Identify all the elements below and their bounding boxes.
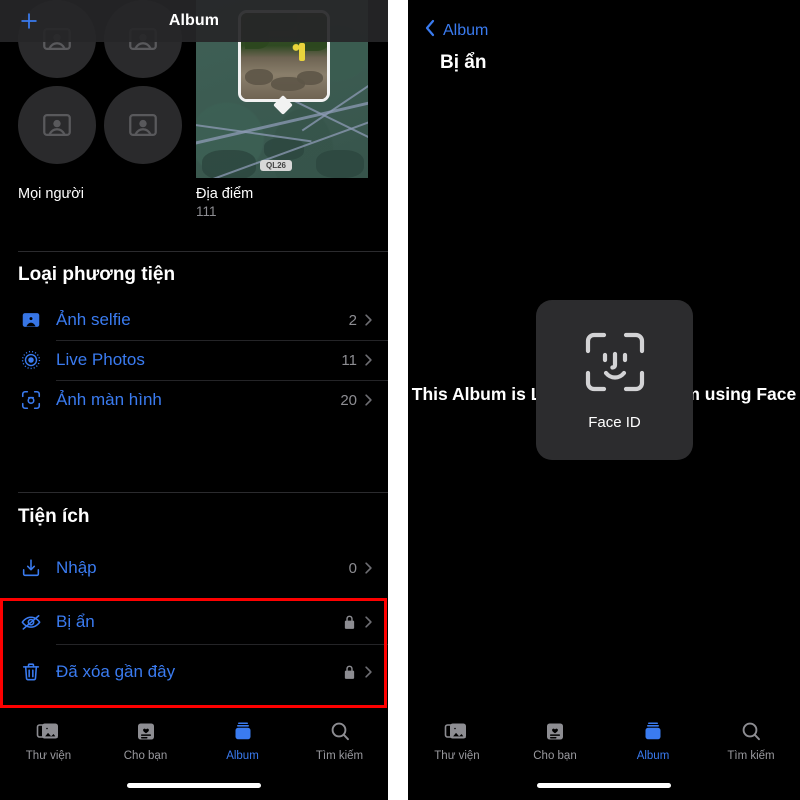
tab-search[interactable]: Tìm kiếm [291,720,388,762]
row-count: 0 [348,559,357,577]
people-album-label: Mọi người [18,186,84,202]
chevron-right-icon [363,352,374,368]
tab-library[interactable]: Thư viện [0,720,97,762]
tab-label: Tìm kiếm [727,750,775,762]
home-indicator [127,783,261,788]
row-label: Nhập [56,558,97,577]
tab-label: Cho bạn [533,750,577,762]
tab-albums[interactable]: Album [604,720,702,762]
plus-icon[interactable] [18,10,40,32]
row-live-photos[interactable]: Live Photos 11 [0,340,388,380]
chevron-right-icon [363,392,374,408]
row-hidden[interactable]: Bị ẩn [0,602,388,642]
chevron-right-icon [363,312,374,328]
row-recently-deleted[interactable]: Đã xóa gần đây [0,652,388,692]
tab-label: Album [226,750,259,762]
divider [18,251,388,252]
albums-scroll-content[interactable]: Mọi người QL26 Địa điểm 111 Loại phương … [0,0,388,708]
divider [18,492,388,493]
tab-albums[interactable]: Album [194,720,291,762]
row-label: Live Photos [56,350,145,369]
row-label: Ảnh selfie [56,310,131,329]
divider [56,644,388,645]
chevron-right-icon [363,614,374,630]
row-label: Ảnh màn hình [56,390,162,409]
tab-label: Thư viện [434,750,480,762]
trash-icon [18,661,44,683]
face-id-icon [582,329,648,400]
places-album-count: 111 [196,204,217,219]
row-count: 2 [348,311,357,329]
row-count: 11 [341,351,357,369]
right-phone-screen: Album Bị ẩn This Album is Locked. View A… [408,0,800,800]
chevron-right-icon [363,560,374,576]
chevron-left-icon [424,18,437,43]
row-count: 20 [340,391,357,409]
tab-label: Album [636,750,670,762]
import-icon [18,557,44,579]
tab-for-you[interactable]: Cho bạn [97,720,194,762]
eye-slash-icon [18,611,44,633]
people-album-cell[interactable]: Mọi người [0,0,196,232]
lock-icon [343,665,356,680]
tab-search[interactable]: Tìm kiếm [702,720,800,762]
tab-for-you[interactable]: Cho bạn [506,720,604,762]
section-title-media-types: Loại phương tiện [18,264,176,285]
tab-library[interactable]: Thư viện [408,720,506,762]
home-indicator [537,783,671,788]
screen-separator [388,0,408,800]
selfie-icon [18,309,44,331]
lock-icon [343,615,356,630]
page-title: Bị ẩn [440,52,487,73]
tab-label: Thư viện [25,750,72,762]
tab-bar: Thư viện Cho bạn Album Tìm kiếm [0,708,388,800]
row-import[interactable]: Nhập 0 [0,548,388,588]
face-id-overlay: Face ID [536,300,693,460]
back-button-label: Album [443,21,489,39]
row-selfies[interactable]: Ảnh selfie 2 [0,300,388,340]
row-label: Bị ẩn [56,612,95,631]
map-road-label: QL26 [260,160,293,171]
face-id-label: Face ID [588,414,641,431]
page-title: Album [168,12,220,29]
chevron-right-icon [363,664,374,680]
section-title-utilities: Tiện ích [18,506,90,527]
back-button[interactable]: Album [424,18,488,43]
places-album-cell[interactable]: QL26 Địa điểm 111 [196,0,388,232]
two-screen-comparison: Mọi người QL26 Địa điểm 111 Loại phương … [0,0,800,800]
places-album-label: Địa điểm [196,186,254,202]
navigation-bar: Album [0,0,388,42]
screenshot-icon [18,389,44,411]
tab-label: Cho bạn [123,750,168,762]
tab-bar: Thư viện Cho bạn Album Tìm kiếm [408,708,800,800]
live-photos-icon [18,349,44,371]
albums-top-grid: Mọi người QL26 Địa điểm 111 [0,0,388,232]
row-label: Đã xóa gần đây [56,662,176,681]
left-phone-screen: Mọi người QL26 Địa điểm 111 Loại phương … [0,0,388,800]
row-screenshots[interactable]: Ảnh màn hình 20 [0,380,388,420]
tab-label: Tìm kiếm [315,750,364,762]
